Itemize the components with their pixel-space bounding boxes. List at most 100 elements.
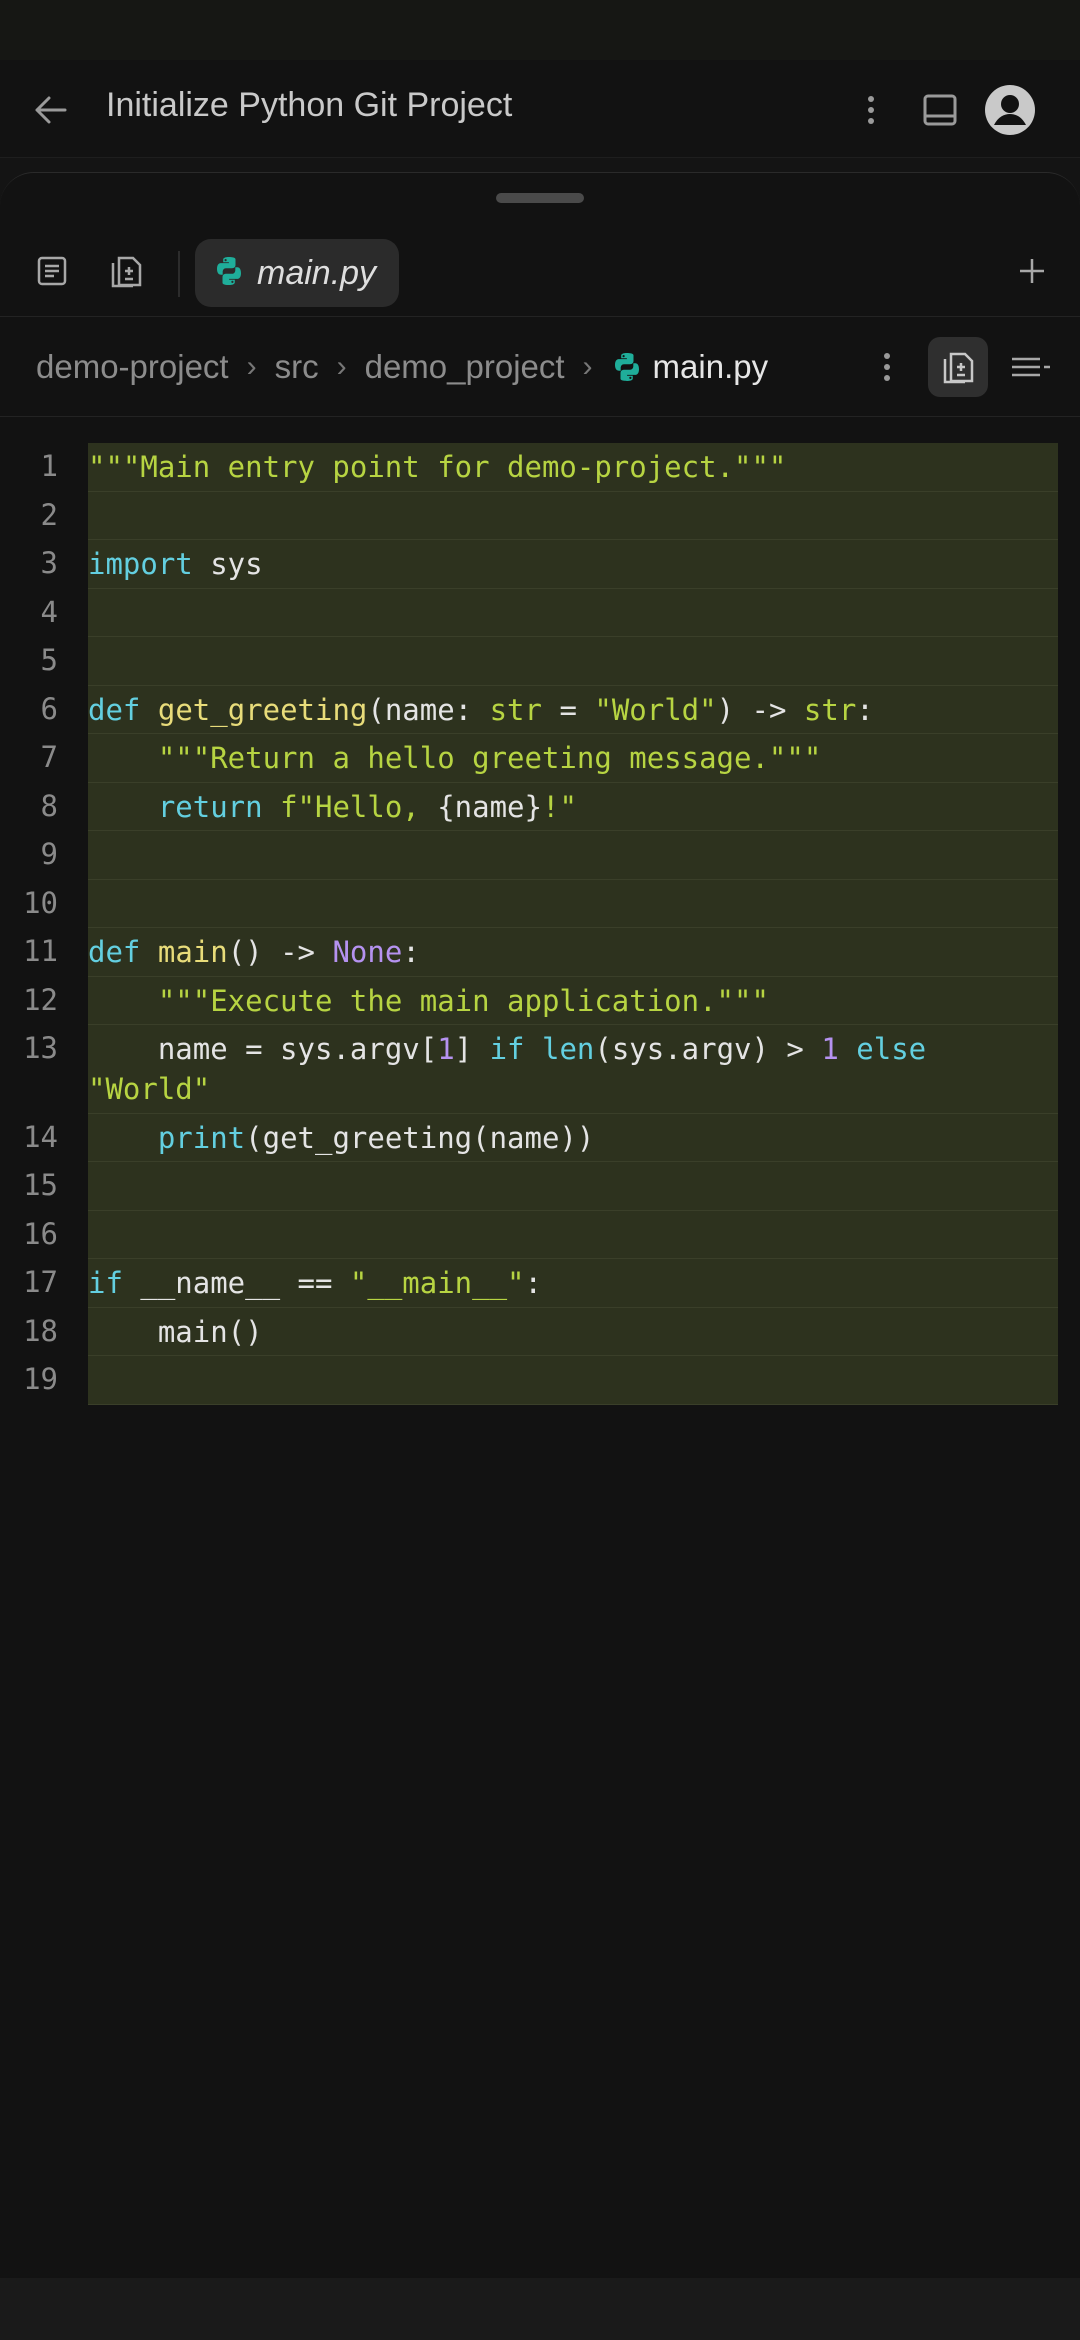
editor-sheet: main.py demo-project › src › demo_projec… [0, 172, 1080, 2278]
code-token: (sys.argv) > [594, 1032, 822, 1066]
line-number: 4 [40, 594, 58, 629]
breadcrumb-separator: › [246, 350, 257, 383]
diff-file-icon[interactable] [928, 337, 988, 397]
line-number: 11 [23, 934, 58, 968]
line-number: 16 [23, 1216, 58, 1251]
breadcrumb-item[interactable]: demo-project [36, 348, 229, 386]
code-line: 3 import sys [0, 540, 1080, 589]
code-text [88, 589, 1058, 637]
code-token: main() [88, 1314, 263, 1349]
line-number: 18 [23, 1313, 58, 1348]
code-text [88, 492, 1058, 540]
code-text [88, 880, 1058, 928]
outline-icon[interactable] [1010, 347, 1050, 387]
breadcrumb-item[interactable]: src [275, 348, 319, 386]
breadcrumb-item[interactable]: demo_project [365, 348, 565, 386]
breadcrumb-current[interactable]: main.py [653, 348, 769, 386]
line-number: 17 [23, 1265, 58, 1299]
code-text [88, 1211, 1058, 1259]
code-text [88, 1162, 1058, 1211]
code-token: : [856, 692, 874, 727]
breadcrumb-separator: › [582, 350, 593, 383]
panel-icon[interactable] [918, 88, 962, 132]
python-icon [611, 351, 643, 383]
app-header: Initialize Python Git Project [0, 60, 1080, 158]
code-text: """Return a hello greeting message.""" [88, 734, 1058, 783]
code-token: ] [454, 1032, 490, 1066]
code-token: {name} [437, 789, 542, 824]
code-text: if __name__ == "__main__": [88, 1259, 1058, 1308]
code-token: "World" [594, 692, 717, 727]
code-token: (get_greeting(name)) [245, 1120, 595, 1155]
code-text [88, 1356, 1058, 1405]
line-number: 2 [40, 497, 58, 532]
line-number: 8 [40, 788, 58, 823]
code-line: 18 main() [0, 1308, 1080, 1356]
tab-label: main.py [257, 253, 377, 292]
python-icon [213, 255, 245, 292]
code-token: if [489, 1032, 525, 1066]
page-title: Initialize Python Git Project [106, 86, 513, 124]
status-bar [0, 0, 1080, 60]
code-line: 16 [0, 1211, 1080, 1259]
line-number: 13 [23, 1031, 58, 1065]
code-token: name = sys.argv[ [88, 1032, 438, 1066]
document-icon[interactable] [28, 247, 76, 295]
account-circle-icon[interactable] [984, 84, 1036, 136]
line-number: 19 [23, 1362, 58, 1396]
code-line: 10 [0, 880, 1080, 928]
code-token: ) -> [716, 692, 804, 727]
code-token: """Return a hello greeting message.""" [88, 741, 822, 775]
code-text [88, 637, 1058, 686]
breadcrumb-path: demo-project › src › demo_project › main… [36, 343, 842, 391]
code-line: 4 [0, 589, 1080, 637]
code-token: : [524, 1266, 542, 1300]
tab-bar: main.py [0, 225, 1080, 317]
code-text: name = sys.argv[1] if len(sys.argv) > 1 … [88, 1025, 1058, 1114]
code-line: 2 [0, 492, 1080, 540]
code-token: sys [192, 547, 263, 581]
code-line: 14 print(get_greeting(name)) [0, 1114, 1080, 1162]
breadcrumb-separator: › [336, 350, 347, 383]
code-token: str [803, 692, 857, 727]
diff-file-icon[interactable] [102, 247, 150, 295]
drag-handle[interactable] [496, 193, 584, 203]
line-number: 14 [23, 1119, 58, 1154]
line-number: 7 [40, 740, 58, 774]
code-text: """Main entry point for demo-project.""" [88, 443, 1058, 492]
code-token: len [541, 1032, 595, 1066]
code-token: import [88, 547, 193, 581]
code-token: main [157, 935, 228, 969]
code-line: 19 [0, 1356, 1080, 1405]
code-token: () -> [227, 935, 333, 969]
code-line: 13 name = sys.argv[1] if len(sys.argv) >… [0, 1025, 1080, 1114]
code-token: "__main__" [349, 1266, 525, 1300]
code-token: 1 [437, 1032, 455, 1066]
code-text: def get_greeting(name: str = "World") ->… [88, 686, 1058, 734]
plus-icon[interactable] [1008, 247, 1056, 295]
tab-main-py[interactable]: main.py [195, 239, 399, 307]
code-token: "World" [88, 1072, 211, 1106]
code-token: def [88, 692, 141, 727]
arrow-left-icon[interactable] [28, 90, 72, 130]
code-token: (name: [367, 692, 490, 727]
code-token: None [332, 935, 403, 969]
more-vert-icon[interactable] [872, 345, 902, 389]
code-line: 1 """Main entry point for demo-project.""… [0, 443, 1080, 492]
code-lines: 1 """Main entry point for demo-project.""… [0, 443, 1080, 1405]
line-number: 5 [40, 643, 58, 677]
code-token: = [541, 692, 595, 727]
tab-divider [178, 251, 180, 297]
code-editor[interactable]: 1 """Main entry point for demo-project.""… [0, 443, 1080, 1405]
more-vert-icon[interactable] [856, 88, 886, 132]
code-line: 5 [0, 637, 1080, 686]
code-text: """Execute the main application.""" [88, 977, 1058, 1025]
code-token: !" [541, 789, 577, 824]
line-number: 15 [23, 1168, 58, 1202]
